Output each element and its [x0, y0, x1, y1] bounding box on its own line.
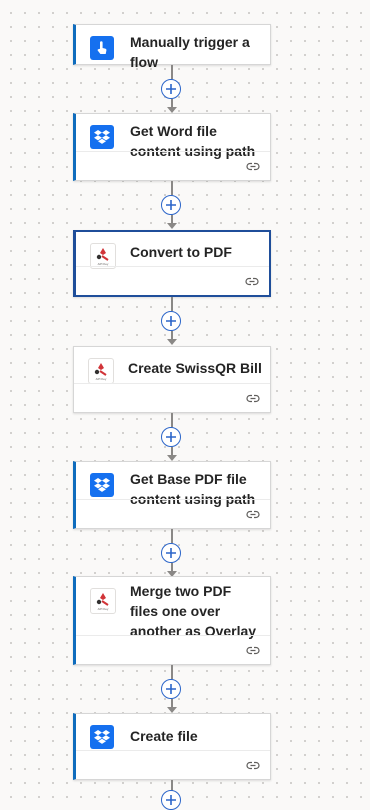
flow-canvas: Manually trigger a flow Get Word file co…: [0, 0, 370, 810]
step-title: Merge two PDF files one over another as …: [130, 583, 257, 639]
plus-icon: [166, 84, 176, 94]
card-footer: [76, 635, 270, 664]
step-title: Create SwissQR Bill: [128, 360, 262, 376]
link-icon: [245, 277, 259, 286]
card-footer: [76, 266, 269, 295]
step-title: Manually trigger a flow: [130, 34, 250, 70]
api-key-icon: API Key: [88, 358, 114, 384]
connector-line: [171, 297, 173, 311]
step-card-manual-trigger[interactable]: Manually trigger a flow: [73, 24, 271, 70]
dropbox-icon: [90, 125, 114, 149]
card-footer: [76, 499, 270, 528]
step-card-get-word-file[interactable]: Get Word file content using path: [73, 113, 271, 181]
link-icon: [246, 646, 260, 655]
add-step-button[interactable]: [161, 79, 181, 99]
connector-line: [171, 529, 173, 543]
add-step-button[interactable]: [161, 195, 181, 215]
plus-icon: [166, 795, 176, 805]
dropbox-icon: [90, 473, 114, 497]
step-card-get-base-pdf[interactable]: Get Base PDF file content using path: [73, 461, 271, 529]
link-icon: [246, 510, 260, 519]
card-header: Manually trigger a flow: [76, 25, 270, 72]
card-footer: [76, 151, 270, 180]
add-step-button[interactable]: [161, 679, 181, 699]
add-step-button[interactable]: [161, 790, 181, 810]
step-card-create-swissqr-bill[interactable]: API Key Create SwissQR Bill: [73, 346, 271, 413]
step-title: Convert to PDF: [130, 244, 232, 260]
card-header: API Key Merge two PDF files one over ano…: [76, 577, 270, 641]
manual-trigger-icon: [90, 36, 114, 60]
add-step-button[interactable]: [161, 543, 181, 563]
card-header: API Key Create SwissQR Bill: [74, 347, 270, 384]
step-card-create-file[interactable]: Create file: [73, 713, 271, 780]
link-icon: [246, 162, 260, 171]
plus-icon: [166, 200, 176, 210]
svg-text:API Key: API Key: [96, 377, 107, 381]
plus-icon: [166, 684, 176, 694]
connector-line: [171, 181, 173, 195]
arrow-down-icon: [167, 339, 177, 345]
svg-text:API Key: API Key: [98, 607, 109, 611]
step-card-convert-to-pdf[interactable]: API Key Convert to PDF: [73, 230, 271, 297]
card-footer: [76, 750, 270, 779]
card-footer: [74, 383, 270, 412]
arrow-down-icon: [167, 223, 177, 229]
dropbox-icon: [90, 725, 114, 749]
link-icon: [246, 394, 260, 403]
api-key-icon: API Key: [90, 588, 116, 614]
step-title: Create file: [130, 728, 198, 744]
plus-icon: [166, 548, 176, 558]
link-icon: [246, 761, 260, 770]
connector-line: [171, 665, 173, 679]
card-header: Create file: [76, 714, 270, 749]
add-step-button[interactable]: [161, 427, 181, 447]
plus-icon: [166, 316, 176, 326]
plus-icon: [166, 432, 176, 442]
connector-line: [171, 413, 173, 427]
connector-line: [171, 65, 173, 79]
step-card-merge-pdf-overlay[interactable]: API Key Merge two PDF files one over ano…: [73, 576, 271, 665]
card-header: API Key Convert to PDF: [76, 232, 269, 269]
add-step-button[interactable]: [161, 311, 181, 331]
